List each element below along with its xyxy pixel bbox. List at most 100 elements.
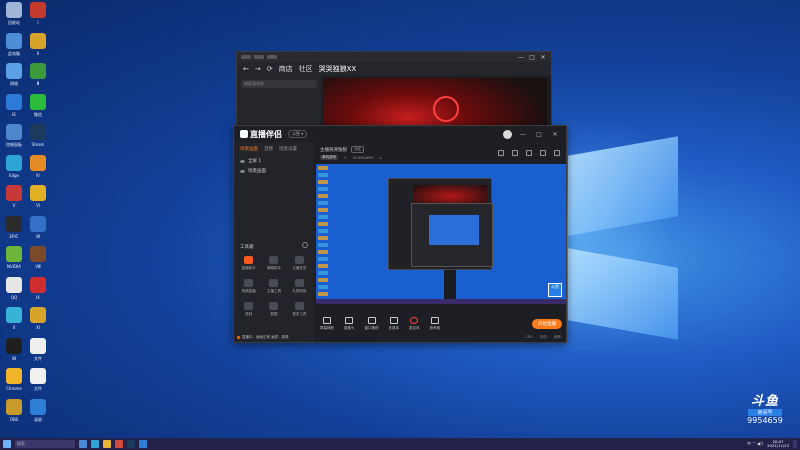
edge-icon[interactable] bbox=[91, 440, 99, 448]
more-icon[interactable] bbox=[554, 150, 560, 156]
live-assistant-window[interactable]: 直播伴侣 斗鱼 ▾ — □ ✕ 场景画面 音频 场景设置 全屏 1 场景画面 工… bbox=[233, 125, 567, 343]
speaker-button[interactable]: 扬声器 bbox=[430, 317, 440, 331]
toolbox-item[interactable]: 弹幕助手 bbox=[261, 256, 286, 271]
stream-preview[interactable]: 斗鱼 bbox=[316, 164, 566, 304]
desktop-shortcut[interactable]: Ⅺ bbox=[26, 307, 50, 335]
close-button[interactable]: ✕ bbox=[539, 54, 547, 61]
live-assistant-taskbar-icon[interactable] bbox=[115, 440, 123, 448]
desktop-shortcut[interactable]: Edge bbox=[2, 154, 26, 183]
toolbox-item[interactable]: 直播助手 bbox=[236, 256, 261, 271]
fullscreen-icon[interactable] bbox=[540, 150, 546, 156]
category-chip[interactable]: 单机游戏 bbox=[320, 155, 338, 160]
tab-store[interactable]: 商店 bbox=[279, 64, 293, 74]
desktop-shortcut[interactable]: 此电脑 bbox=[2, 32, 26, 61]
desktop-shortcut-label: Ⅺ bbox=[36, 325, 40, 330]
desktop-shortcut[interactable]: 网络 bbox=[2, 63, 26, 91]
maximize-button[interactable]: □ bbox=[534, 131, 544, 138]
toolbox-item[interactable]: 更多工具 bbox=[287, 302, 312, 317]
edit-icon[interactable]: ✎ bbox=[344, 156, 347, 160]
gear-icon[interactable] bbox=[302, 242, 308, 248]
minimize-button[interactable]: — bbox=[517, 54, 525, 61]
tab-scene-settings[interactable]: 场景设置 bbox=[279, 146, 297, 152]
forward-arrow-icon[interactable]: → bbox=[255, 65, 261, 73]
clock[interactable]: 20:07 2021/11/23 bbox=[767, 439, 789, 449]
start-live-button[interactable]: 开始直播 bbox=[532, 319, 562, 329]
desktop-shortcut[interactable]: Ⅶ bbox=[26, 215, 50, 244]
menu-icon[interactable] bbox=[241, 55, 251, 59]
steam-taskbar-icon[interactable] bbox=[127, 440, 135, 448]
tab-audio[interactable]: 音频 bbox=[264, 146, 273, 152]
back-arrow-icon[interactable]: ← bbox=[243, 65, 249, 73]
toolbox-item[interactable]: 礼物特效 bbox=[287, 279, 312, 294]
system-tray[interactable]: 中 ⌃ ◀)) bbox=[747, 441, 763, 447]
menu-icon[interactable] bbox=[267, 55, 277, 59]
tab-profile[interactable]: 哭哭独狼XX bbox=[319, 64, 357, 74]
title-bar[interactable]: 直播伴侣 斗鱼 ▾ — □ ✕ bbox=[234, 126, 566, 142]
desktop-shortcut[interactable]: Ⅳ bbox=[26, 154, 50, 183]
desktop-shortcut[interactable]: Ⅷ bbox=[26, 246, 50, 274]
desktop-shortcut[interactable]: 文件 bbox=[26, 368, 50, 396]
avatar[interactable] bbox=[503, 129, 512, 139]
home-icon[interactable]: ⌂ bbox=[379, 156, 381, 160]
eye-icon[interactable] bbox=[240, 159, 245, 163]
search-input[interactable]: 搜索游戏库 bbox=[241, 80, 317, 88]
share-icon[interactable] bbox=[498, 150, 504, 156]
desktop-shortcut[interactable]: EPIC bbox=[2, 215, 26, 244]
notification-icon[interactable] bbox=[793, 440, 797, 448]
screen-capture-button[interactable]: 屏幕捕获 bbox=[320, 317, 334, 331]
close-button[interactable]: ✕ bbox=[550, 131, 560, 138]
media-button[interactable]: 多媒体 bbox=[389, 317, 399, 331]
desktop-shortcut[interactable]: NVIDIA bbox=[2, 246, 26, 274]
title-bar[interactable]: — □ ✕ bbox=[237, 52, 551, 62]
tab-scene[interactable]: 场景画面 bbox=[240, 146, 258, 152]
clock-date: 2021/11/23 bbox=[767, 443, 789, 448]
record-icon[interactable] bbox=[512, 150, 518, 156]
explorer-icon[interactable] bbox=[103, 440, 111, 448]
desktop-shortcut[interactable]: Ⅱ bbox=[26, 32, 50, 61]
maximize-button[interactable]: □ bbox=[528, 54, 536, 61]
desktop-shortcut[interactable]: OBS bbox=[2, 398, 26, 427]
toolbox-item[interactable]: 视频直播 bbox=[236, 279, 261, 294]
taskbar-search[interactable]: 搜索 bbox=[15, 440, 75, 448]
refresh-icon[interactable]: ⟳ bbox=[267, 65, 273, 73]
eye-icon[interactable] bbox=[240, 169, 245, 173]
mic-button[interactable]: 麦克风 bbox=[409, 317, 420, 331]
tab-community[interactable]: 社区 bbox=[299, 64, 313, 74]
toolbox-item[interactable]: 主播任务 bbox=[287, 256, 312, 271]
start-icon[interactable] bbox=[3, 440, 11, 448]
camera-button[interactable]: 摄像头 bbox=[344, 317, 355, 331]
toolbox-item[interactable]: 录制 bbox=[236, 302, 261, 317]
toolbox-item-label: 数据 bbox=[270, 312, 278, 316]
minimize-button[interactable]: — bbox=[518, 131, 528, 138]
recycle-bin-icon bbox=[6, 2, 22, 18]
desktop-shortcut[interactable]: Ⅴ bbox=[2, 185, 26, 213]
desktop-shortcut[interactable]: Ⅵ bbox=[26, 185, 50, 213]
toolbox-item[interactable]: 数据 bbox=[261, 302, 286, 317]
desktop-shortcut[interactable]: 录屏 bbox=[26, 398, 50, 427]
app-logo: 直播伴侣 bbox=[240, 129, 282, 140]
desktop-shortcut[interactable]: QQ bbox=[2, 276, 26, 305]
scene-item[interactable]: 全屏 1 bbox=[234, 156, 314, 166]
desktop-shortcut[interactable]: Ⅰ bbox=[26, 2, 50, 30]
desktop-shortcut[interactable]: 控制面板 bbox=[2, 124, 26, 152]
desktop-shortcut[interactable]: Steam bbox=[26, 124, 50, 152]
desktop-shortcut[interactable]: Ⅹ bbox=[2, 307, 26, 335]
room-title[interactable]: 主播哭哭独狼 bbox=[320, 147, 347, 153]
desktop-shortcut[interactable]: 回收站 bbox=[2, 2, 26, 30]
desktop-shortcut[interactable]: Ⅲ bbox=[26, 63, 50, 91]
task-view-icon[interactable] bbox=[79, 440, 87, 448]
desktop-shortcut[interactable]: 微信 bbox=[26, 93, 50, 122]
desktop-shortcut[interactable]: 文件 bbox=[26, 337, 50, 366]
desktop-shortcut[interactable]: Chrome bbox=[2, 368, 26, 396]
window-capture-button[interactable]: 窗口捕获 bbox=[365, 317, 379, 331]
app-taskbar-icon[interactable] bbox=[139, 440, 147, 448]
settings-icon[interactable] bbox=[526, 150, 532, 156]
desktop-shortcut[interactable]: Ⅸ bbox=[26, 276, 50, 305]
desktop-shortcut[interactable]: IE bbox=[2, 93, 26, 122]
desktop-shortcut[interactable]: Ⅻ bbox=[2, 337, 26, 366]
menu-icon[interactable] bbox=[254, 55, 264, 59]
platform-dropdown[interactable]: 斗鱼 ▾ bbox=[288, 130, 308, 138]
toolbox-item[interactable]: 主播工具 bbox=[261, 279, 286, 294]
category-tag[interactable]: 分区 bbox=[351, 146, 364, 153]
scene-item[interactable]: 场景画面 bbox=[234, 166, 314, 176]
